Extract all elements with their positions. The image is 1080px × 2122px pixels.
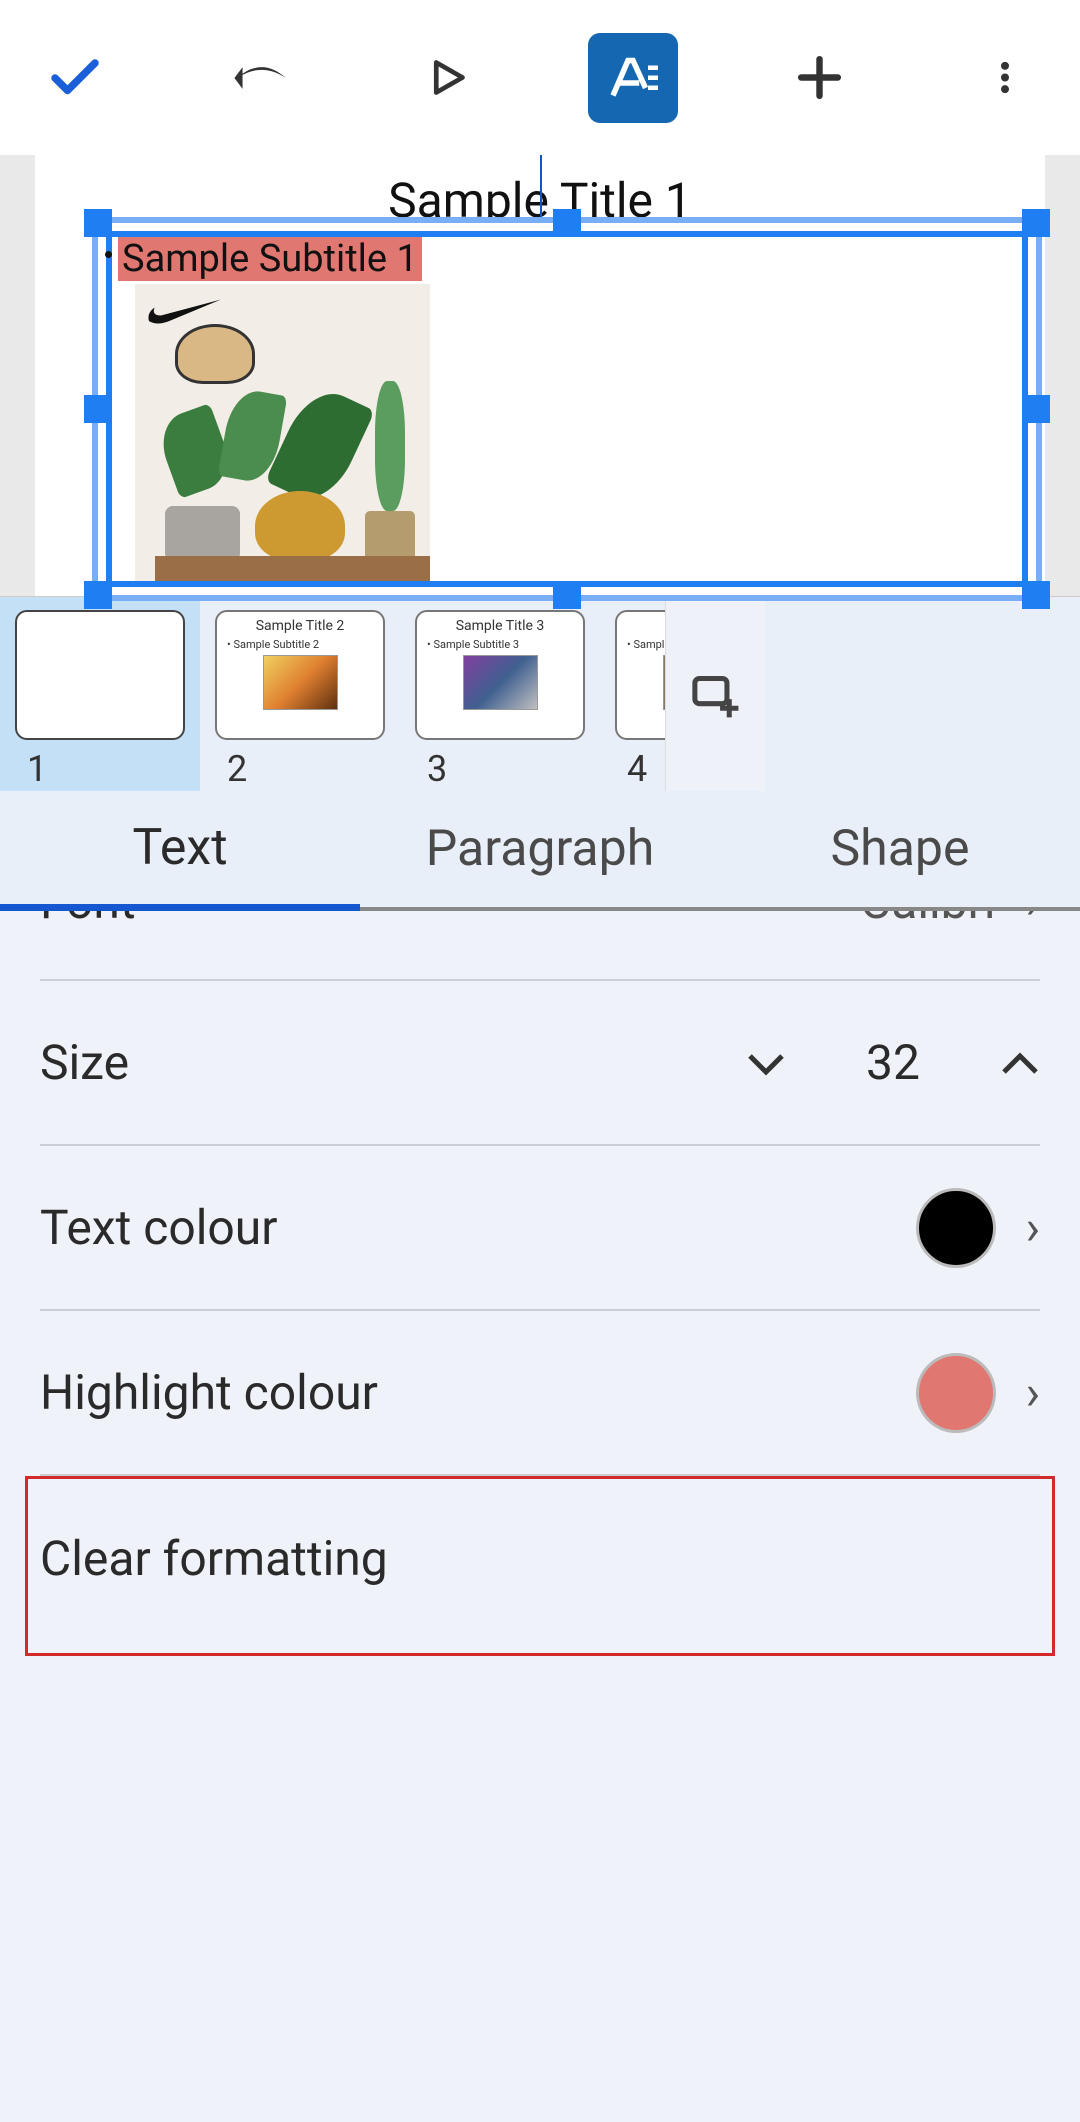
chevron-right-icon: › [1026,1199,1040,1256]
slide-subtitle[interactable]: Sample Subtitle 1 [118,237,422,281]
format-panel: Font Calibri › Size 32 Text colour › Hig… [0,911,1080,2122]
chevron-right-icon: › [1026,1364,1040,1421]
size-value: 32 [866,1034,920,1091]
resize-handle[interactable] [84,395,112,423]
resize-handle[interactable] [1022,395,1050,423]
add-button[interactable] [774,33,864,123]
slide-filmstrip: 1 Sample Title 2 • Sample Subtitle 2 2 S… [0,596,1080,791]
slide-thumb-3[interactable]: Sample Title 3 • Sample Subtitle 3 3 [400,597,600,791]
slide-thumb-1[interactable]: 1 [0,597,200,791]
slide-thumb-2[interactable]: Sample Title 2 • Sample Subtitle 2 2 [200,597,400,791]
resize-handle[interactable] [84,581,112,609]
size-row: Size 32 [40,981,1040,1146]
resize-handle[interactable] [553,209,581,237]
resize-handle[interactable] [1022,581,1050,609]
undo-button[interactable] [216,33,306,123]
tab-paragraph[interactable]: Paragraph [360,791,720,907]
text-color-row[interactable]: Text colour › [40,1146,1040,1311]
highlight-color-row[interactable]: Highlight colour › [40,1311,1040,1476]
clear-formatting-row[interactable]: Clear formatting [40,1476,1040,1641]
highlight-color-swatch [916,1353,996,1433]
format-tabs: Text Paragraph Shape [0,791,1080,911]
resize-handle[interactable] [84,209,112,237]
slide-image[interactable] [135,284,430,581]
chevron-right-icon: › [1026,911,1040,930]
slide-thumb-4[interactable]: S • Sample Subtit 4 [600,597,665,791]
resize-handle[interactable] [553,581,581,609]
clear-formatting-label: Clear formatting [40,1530,388,1587]
add-slide-button[interactable] [665,597,765,791]
more-button[interactable] [960,33,1050,123]
resize-handle[interactable] [1022,209,1050,237]
slide-canvas[interactable]: Sample Title 1 Sample Subtitle 1 [0,155,1080,596]
done-button[interactable] [30,33,120,123]
text-color-label: Text colour [40,1199,277,1256]
size-decrease-button[interactable] [746,1034,786,1091]
top-toolbar [0,0,1080,155]
font-label: Font [40,911,136,930]
format-button[interactable] [588,33,678,123]
bullet-icon [105,251,112,258]
size-increase-button[interactable] [1000,1034,1040,1091]
tab-shape[interactable]: Shape [720,791,1080,907]
highlight-color-label: Highlight colour [40,1364,378,1421]
font-row[interactable]: Font Calibri › [40,911,1040,981]
text-color-swatch [916,1188,996,1268]
tab-text[interactable]: Text [0,791,360,911]
font-value: Calibri [860,911,996,930]
size-label: Size [40,1034,129,1091]
present-button[interactable] [402,33,492,123]
